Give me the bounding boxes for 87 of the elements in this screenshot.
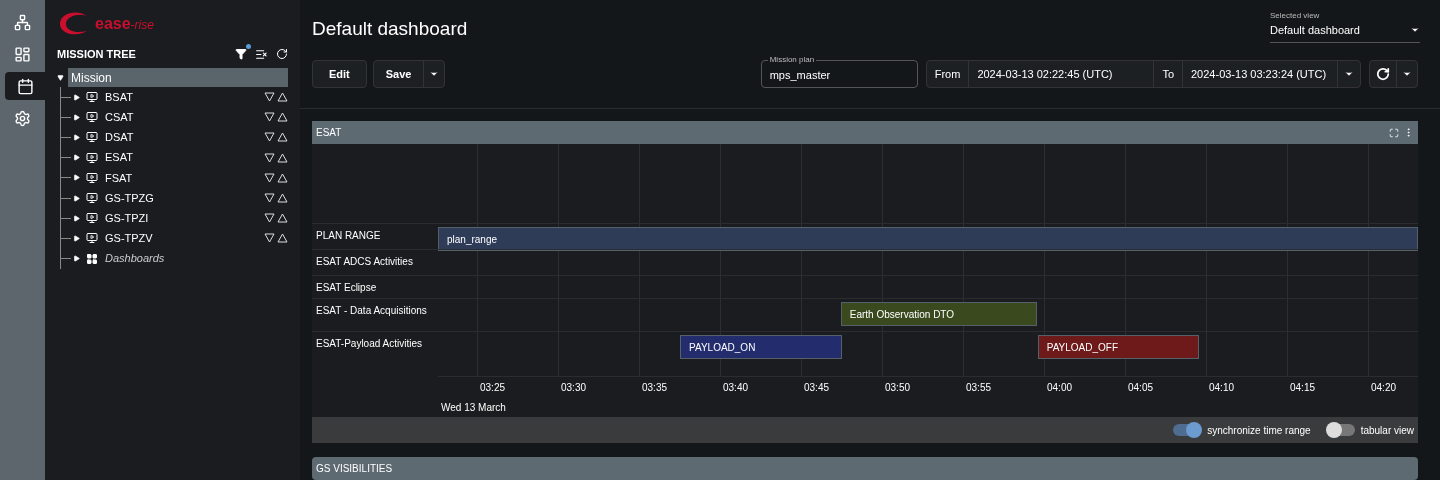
tree-item[interactable]: CSAT <box>105 109 264 126</box>
time-tick-label: 03:30 <box>560 381 587 395</box>
sort-arrows-icon[interactable] <box>264 92 288 103</box>
time-tick-label: 03:55 <box>965 381 992 395</box>
asset-icon <box>86 232 98 245</box>
caret-icon <box>1344 69 1354 79</box>
time-tick-label: 03:35 <box>641 381 668 395</box>
expand-arrow-icon[interactable] <box>73 93 80 101</box>
expand-arrow-icon[interactable] <box>73 194 80 202</box>
expand-arrow-icon[interactable] <box>73 234 80 242</box>
from-time-field[interactable]: 2024-03-13 02:22:45 (UTC) <box>969 61 1154 87</box>
from-label: From <box>926 61 970 87</box>
refresh-icon[interactable] <box>276 48 288 60</box>
row-label: ESAT Eclipse <box>316 281 377 295</box>
time-tick-label: 04:20 <box>1370 381 1397 395</box>
hierarchy-icon <box>14 13 31 31</box>
logo-text: ease-rise <box>95 14 154 34</box>
tree-item[interactable]: GS-TPZG <box>105 189 264 207</box>
tree-item[interactable]: Dashboards <box>105 250 288 267</box>
row-label: ESAT ADCS Activities <box>316 255 413 269</box>
dashboard-icon <box>14 45 31 63</box>
panel-title: ESAT <box>316 126 342 140</box>
time-tick-label: 04:15 <box>1289 381 1316 395</box>
sort-arrows-icon[interactable] <box>264 112 288 123</box>
refresh-icon <box>1376 67 1390 81</box>
toggle-switch[interactable] <box>1173 424 1202 436</box>
page-title: Default dashboard <box>312 17 468 41</box>
asset-icon <box>86 91 98 104</box>
expand-arrow-icon[interactable] <box>57 74 64 81</box>
tree-title: MISSION TREE <box>57 46 136 62</box>
save-button[interactable]: Save <box>373 61 425 87</box>
date-label: Wed 13 March <box>441 401 506 415</box>
time-tick-label: 04:10 <box>1208 381 1235 395</box>
tree-item[interactable]: ESAT <box>105 149 264 166</box>
asset-icon <box>86 151 98 164</box>
caret-icon <box>1402 69 1412 79</box>
asset-icon <box>86 171 98 184</box>
sort-arrows-icon[interactable] <box>264 213 288 224</box>
nav-button[interactable] <box>5 72 45 100</box>
calendar-icon <box>16 77 34 95</box>
settings-icon <box>14 109 31 127</box>
row-label: ESAT-Payload Activities <box>316 337 422 351</box>
fullscreen-icon[interactable] <box>1389 127 1399 138</box>
time-tick-label: 03:45 <box>803 381 830 395</box>
row-label: PLAN RANGE <box>316 229 381 243</box>
caret-icon <box>429 69 440 79</box>
asset-icon <box>86 212 98 225</box>
sort-arrows-icon[interactable] <box>264 132 288 143</box>
timeline-bar[interactable]: Earth Observation DTO <box>840 302 1037 326</box>
time-tick-label: 03:25 <box>479 381 506 395</box>
toggle-label: tabular view <box>1360 423 1414 438</box>
toggle-switch[interactable] <box>1326 424 1355 436</box>
sort-arrows-icon[interactable] <box>264 193 288 204</box>
tree-item[interactable]: BSAT <box>105 88 264 106</box>
edit-button[interactable]: Edit <box>312 60 367 88</box>
panel-title: GS VISIBILITIES <box>316 462 393 476</box>
view-select[interactable]: Selected view Default dashboard <box>1270 10 1420 43</box>
time-tick-label: 04:00 <box>1046 381 1073 395</box>
asset-icon <box>86 192 98 205</box>
timeline-bar[interactable]: plan_range <box>438 227 1418 251</box>
sort-arrows-icon[interactable] <box>264 172 288 183</box>
expand-arrow-icon[interactable] <box>73 113 80 121</box>
toggle-label: synchronize time range <box>1207 423 1311 438</box>
collapse-all-icon[interactable] <box>255 47 268 61</box>
tree-item[interactable]: GS-TPZV <box>105 230 264 247</box>
timeline-bar[interactable]: PAYLOAD_ON <box>680 335 842 359</box>
expand-arrow-icon[interactable] <box>73 174 80 182</box>
time-tick-label: 03:40 <box>722 381 749 395</box>
tree-item[interactable]: GS-TPZI <box>105 209 264 227</box>
sort-arrows-icon[interactable] <box>264 233 288 244</box>
to-label: To <box>1153 61 1183 87</box>
asset-icon <box>86 111 98 124</box>
expand-arrow-icon[interactable] <box>73 255 80 263</box>
time-tick-label: 04:05 <box>1127 381 1154 395</box>
to-time-field[interactable]: 2024-03-13 03:23:24 (UTC) <box>1183 61 1338 87</box>
expand-arrow-icon[interactable] <box>73 154 80 162</box>
sort-arrows-icon[interactable] <box>264 152 288 163</box>
tree-item[interactable]: FSAT <box>105 169 264 187</box>
row-label: ESAT - Data Acquisitions <box>316 304 427 318</box>
expand-arrow-icon[interactable] <box>73 214 80 222</box>
expand-arrow-icon[interactable] <box>73 133 80 141</box>
dashboard-icon <box>86 252 98 265</box>
tree-item[interactable]: Mission <box>68 68 288 87</box>
tree-item[interactable]: DSAT <box>105 129 264 146</box>
timeline-bar[interactable]: PAYLOAD_OFF <box>1037 335 1200 359</box>
asset-icon <box>86 131 98 144</box>
time-tick-label: 03:50 <box>884 381 911 395</box>
